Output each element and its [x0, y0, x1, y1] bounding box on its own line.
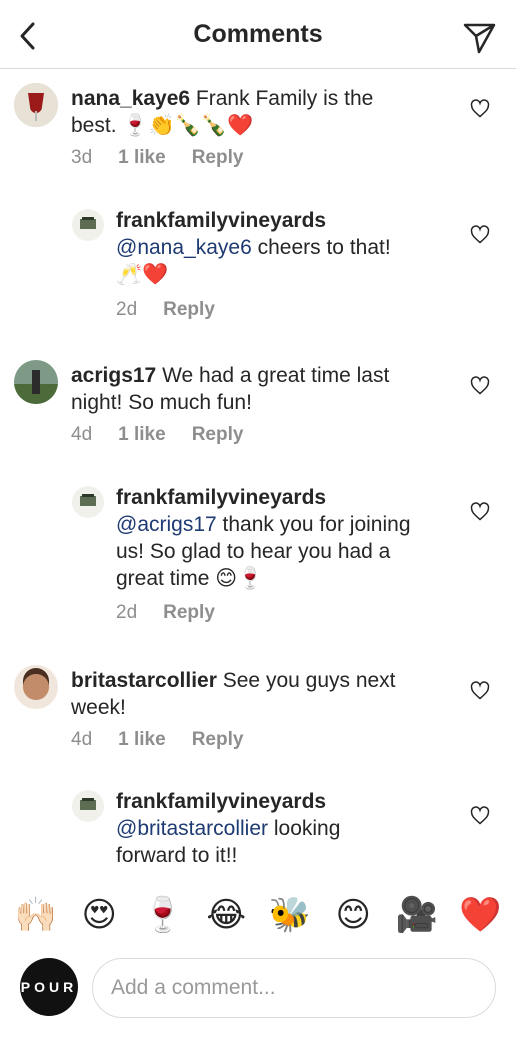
- reply-button[interactable]: Reply: [192, 729, 244, 751]
- avatar[interactable]: [72, 790, 104, 822]
- heart-icon[interactable]: [470, 99, 490, 119]
- comment-time: 2d: [116, 299, 138, 320]
- comment-input[interactable]: [92, 958, 496, 1018]
- avatar[interactable]: [72, 209, 104, 241]
- comment-text-line2: night! So much fun!: [71, 391, 252, 414]
- comment-text-line2: forward to it!!: [116, 844, 238, 867]
- likes-count[interactable]: 1 like: [118, 729, 166, 751]
- current-user-avatar: POUR: [20, 958, 78, 1016]
- comment-text: See you guys next: [216, 669, 396, 692]
- avatar[interactable]: [14, 665, 58, 709]
- comment-text: thank you for joining: [216, 513, 411, 536]
- emoji-video-camera[interactable]: 🎥: [393, 891, 441, 939]
- comment-text-line2: week!: [71, 696, 126, 719]
- comment-text-line3: great time 😊🍷: [116, 567, 264, 590]
- avatar[interactable]: [14, 360, 58, 404]
- comment-text: Frank Family is the: [190, 87, 374, 110]
- heart-icon[interactable]: [470, 376, 490, 396]
- emoji-bee[interactable]: 🐝: [266, 891, 314, 939]
- comment-composer: POUR: [0, 948, 516, 1038]
- heart-icon[interactable]: [470, 681, 490, 701]
- reply-button[interactable]: Reply: [192, 424, 244, 446]
- comment-username[interactable]: frankfamilyvineyards: [116, 790, 326, 813]
- comment-text: cheers to that!: [251, 236, 391, 259]
- comment-text: looking: [268, 817, 341, 840]
- comment-time: 2d: [116, 602, 138, 623]
- mention[interactable]: @nana_kaye6: [116, 236, 252, 259]
- heart-icon[interactable]: [470, 806, 490, 826]
- heart-icon[interactable]: [470, 502, 490, 522]
- avatar[interactable]: [14, 83, 58, 127]
- reply-button[interactable]: Reply: [192, 147, 244, 169]
- comment-time: 3d: [71, 147, 93, 168]
- paper-plane-icon: [463, 23, 496, 54]
- reply-button[interactable]: Reply: [163, 602, 215, 624]
- emoji-bar: 🙌🏻 😍 🍷 😂 🐝 😊 🎥 ❤️: [0, 885, 516, 945]
- emoji-wine-glass[interactable]: 🍷: [139, 891, 187, 939]
- comment-username[interactable]: nana_kaye6: [71, 87, 190, 110]
- comment-username[interactable]: frankfamilyvineyards: [116, 209, 326, 232]
- comment-text-line2: 🥂❤️: [116, 263, 169, 286]
- avatar[interactable]: [72, 486, 104, 518]
- header: Comments: [0, 0, 516, 69]
- comment-text: We had a great time last: [156, 364, 390, 387]
- reply-button[interactable]: Reply: [163, 299, 215, 321]
- heart-icon[interactable]: [470, 225, 490, 245]
- share-button[interactable]: [460, 18, 500, 58]
- comment-username[interactable]: frankfamilyvineyards: [116, 486, 326, 509]
- emoji-tears-of-joy[interactable]: 😂: [202, 891, 250, 939]
- emoji-red-heart[interactable]: ❤️: [456, 891, 504, 939]
- mention[interactable]: @britastarcollier: [116, 817, 268, 840]
- emoji-heart-eyes[interactable]: 😍: [75, 891, 123, 939]
- comment-time: 4d: [71, 424, 93, 445]
- comment-text-line2: us! So glad to hear you had a: [116, 540, 391, 563]
- page-title: Comments: [193, 20, 323, 48]
- mention[interactable]: @acrigs17: [116, 513, 217, 536]
- emoji-raising-hands[interactable]: 🙌🏻: [12, 891, 60, 939]
- likes-count[interactable]: 1 like: [118, 147, 166, 169]
- emoji-smile[interactable]: 😊: [329, 891, 377, 939]
- comment-list: nana_kaye6 Frank Family is the best. 🍷👏🍾…: [0, 69, 516, 875]
- likes-count[interactable]: 1 like: [118, 424, 166, 446]
- comment-username[interactable]: britastarcollier: [71, 669, 217, 692]
- comment-username[interactable]: acrigs17: [71, 364, 156, 387]
- comment-time: 4d: [71, 729, 93, 750]
- comment-text-line2: best. 🍷👏🍾🍾❤️: [71, 114, 254, 137]
